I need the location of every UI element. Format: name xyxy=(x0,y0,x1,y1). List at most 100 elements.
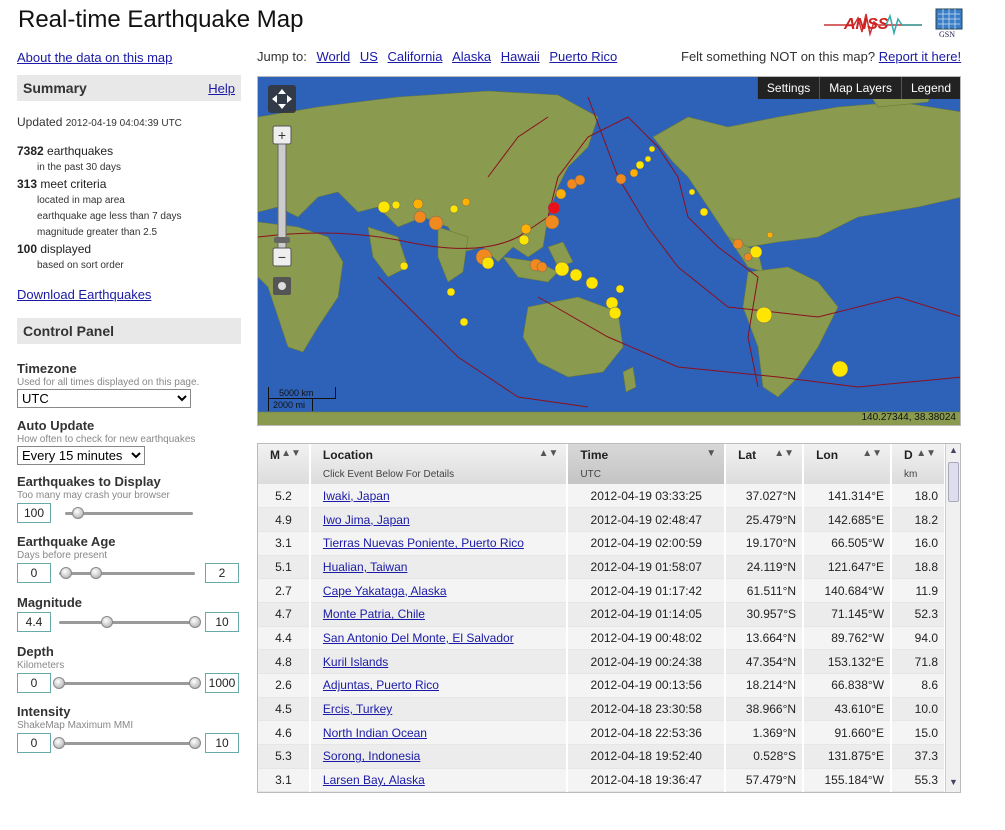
display-count-track[interactable] xyxy=(65,512,193,515)
intensity-max-input[interactable]: 10 xyxy=(205,733,239,753)
quake-marker[interactable] xyxy=(569,268,583,282)
jump-link-california[interactable]: California xyxy=(388,49,443,64)
location-link[interactable]: Monte Patria, Chile xyxy=(323,607,425,621)
quake-marker[interactable] xyxy=(481,256,495,270)
quake-marker[interactable] xyxy=(615,284,625,294)
quake-marker[interactable] xyxy=(732,238,744,250)
depth-min-handle[interactable] xyxy=(53,677,65,689)
quake-marker[interactable] xyxy=(459,317,469,327)
table-row[interactable]: 5.3 Sorong, Indonesia 2012-04-18 19:52:40 0… xyxy=(258,744,946,769)
quake-marker[interactable] xyxy=(461,197,471,207)
quake-marker[interactable] xyxy=(536,261,548,273)
map-canvas[interactable]: + − xyxy=(258,77,961,426)
quake-marker[interactable] xyxy=(446,287,456,297)
quake-marker[interactable] xyxy=(629,168,639,178)
quake-marker[interactable] xyxy=(699,207,709,217)
column-location[interactable]: Location Click Event Below For Details ▲▼ xyxy=(309,444,569,484)
quake-marker[interactable] xyxy=(635,160,645,170)
table-row[interactable]: 5.1 Hualian, Taiwan 2012-04-19 01:58:07 24.… xyxy=(258,555,946,580)
quake-marker[interactable] xyxy=(520,223,532,235)
quake-marker[interactable] xyxy=(412,198,424,210)
age-min-input[interactable]: 0 xyxy=(17,563,51,583)
magnitude-max-handle[interactable] xyxy=(189,616,201,628)
column-depth[interactable]: Dkm ▲▼ xyxy=(891,444,946,484)
depth-track[interactable] xyxy=(59,682,195,685)
quake-marker[interactable] xyxy=(547,201,561,215)
column-magnitude[interactable]: M ▲▼ xyxy=(258,444,311,484)
depth-max-handle[interactable] xyxy=(189,677,201,689)
scroll-thumb[interactable] xyxy=(948,462,959,502)
table-row[interactable]: 5.2 Iwaki, Japan 2012-04-19 03:33:25 37.027… xyxy=(258,484,946,509)
intensity-track[interactable] xyxy=(59,742,195,745)
timezone-select[interactable]: UTC xyxy=(17,389,191,408)
quake-marker[interactable] xyxy=(555,188,567,200)
column-lon[interactable]: Lon ▲▼ xyxy=(803,444,893,484)
download-earthquakes-link[interactable]: Download Earthquakes xyxy=(17,287,241,302)
magnitude-min-input[interactable]: 4.4 xyxy=(17,612,51,632)
jump-link-world[interactable]: World xyxy=(316,49,350,64)
location-link[interactable]: Iwo Jima, Japan xyxy=(323,513,410,527)
column-time[interactable]: Time UTC ▼ xyxy=(567,444,727,484)
table-row[interactable]: 2.6 Adjuntas, Puerto Rico 2012-04-19 00:13… xyxy=(258,673,946,698)
pan-control[interactable] xyxy=(268,85,296,113)
age-max-input[interactable]: 2 xyxy=(205,563,239,583)
location-link[interactable]: Larsen Bay, Alaska xyxy=(323,773,425,787)
map-settings-button[interactable]: Settings xyxy=(756,77,819,99)
location-link[interactable]: Sorong, Indonesia xyxy=(323,749,420,763)
quake-marker[interactable] xyxy=(391,200,401,210)
jump-link-hawaii[interactable]: Hawaii xyxy=(501,49,540,64)
intensity-min-input[interactable]: 0 xyxy=(17,733,51,753)
location-link[interactable]: Tierras Nuevas Poniente, Puerto Rico xyxy=(323,536,524,550)
quake-marker[interactable] xyxy=(574,174,586,186)
depth-max-input[interactable]: 1000 xyxy=(205,673,239,693)
magnitude-slider[interactable]: 4.4 10 xyxy=(17,612,241,634)
help-link[interactable]: Help xyxy=(208,81,235,96)
location-link[interactable]: North Indian Ocean xyxy=(323,726,427,740)
about-data-link[interactable]: About the data on this map xyxy=(17,50,241,65)
age-min-handle[interactable] xyxy=(59,567,72,579)
table-row[interactable]: 3.1 Tierras Nuevas Poniente, Puerto Rico 2… xyxy=(258,531,946,556)
depth-min-input[interactable]: 0 xyxy=(17,673,51,693)
scroll-up-icon[interactable]: ▲ xyxy=(947,445,960,459)
location-link[interactable]: San Antonio Del Monte, El Salvador xyxy=(323,631,514,645)
column-lat[interactable]: Lat ▲▼ xyxy=(725,444,805,484)
quake-marker[interactable] xyxy=(399,261,409,271)
magnitude-max-input[interactable]: 10 xyxy=(205,612,239,632)
jump-link-us[interactable]: US xyxy=(360,49,378,64)
table-scrollbar[interactable]: ▲ ▼ xyxy=(945,444,960,792)
gsn-logo[interactable]: GSN xyxy=(935,8,963,39)
table-row[interactable]: 2.7 Cape Yakataga, Alaska 2012-04-19 01:17… xyxy=(258,578,946,603)
table-row[interactable]: 4.5 Ercis, Turkey 2012-04-18 23:30:58 38.96… xyxy=(258,697,946,722)
quake-marker[interactable] xyxy=(608,306,622,320)
location-link[interactable]: Kuril Islands xyxy=(323,655,388,669)
jump-link-alaska[interactable]: Alaska xyxy=(452,49,491,64)
location-link[interactable]: Cape Yakataga, Alaska xyxy=(323,584,447,598)
quake-marker[interactable] xyxy=(518,234,530,246)
scroll-down-icon[interactable]: ▼ xyxy=(947,777,960,791)
quake-marker[interactable] xyxy=(554,261,570,277)
quake-marker[interactable] xyxy=(428,215,444,231)
jump-link-puerto-rico[interactable]: Puerto Rico xyxy=(549,49,617,64)
intensity-max-handle[interactable] xyxy=(189,737,201,749)
intensity-min-handle[interactable] xyxy=(53,737,65,749)
earthquake-map[interactable]: + − Settings Map Layers Legend 5000 km 2… xyxy=(257,76,961,426)
auto-update-select[interactable]: Every 15 minutes xyxy=(17,446,145,465)
table-row[interactable]: 4.6 North Indian Ocean 2012-04-18 22:53:36… xyxy=(258,720,946,746)
magnitude-track[interactable] xyxy=(59,621,195,624)
quake-marker[interactable] xyxy=(743,252,753,262)
map-layers-button[interactable]: Map Layers xyxy=(819,77,901,99)
table-row[interactable]: 4.8 Kuril Islands 2012-04-19 00:24:38 47.35… xyxy=(258,649,946,674)
magnitude-min-handle[interactable] xyxy=(100,616,113,628)
table-row[interactable]: 3.1 Larsen Bay, Alaska 2012-04-18 19:36:47… xyxy=(258,768,946,792)
quake-marker[interactable] xyxy=(831,360,849,378)
quake-marker[interactable] xyxy=(544,214,560,230)
quake-marker[interactable] xyxy=(766,231,774,239)
quake-marker[interactable] xyxy=(413,210,427,224)
location-link[interactable]: Ercis, Turkey xyxy=(323,702,392,716)
quake-marker[interactable] xyxy=(615,173,627,185)
table-row[interactable]: 4.7 Monte Patria, Chile 2012-04-19 01:14:0… xyxy=(258,602,946,627)
age-slider[interactable]: 0 2 xyxy=(17,563,241,585)
display-count-handle[interactable] xyxy=(71,507,84,519)
anss-logo[interactable]: ANSS xyxy=(824,8,922,38)
age-track[interactable] xyxy=(59,572,195,575)
